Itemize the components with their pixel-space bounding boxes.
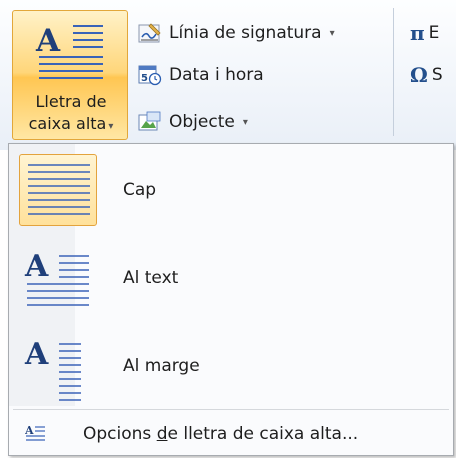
dropcap-options-icon: A <box>25 424 45 441</box>
menu-item-in-margin-label: Al marge <box>123 356 200 376</box>
chevron-down-icon: ▾ <box>108 121 114 132</box>
dropcap-button[interactable]: A Lletra de caixa alta ▾ <box>12 10 128 140</box>
chevron-down-icon[interactable]: ▾ <box>330 28 335 39</box>
ribbon-insert-text-group: A Lletra de caixa alta ▾ Línia de signatu… <box>0 0 456 150</box>
svg-text:5: 5 <box>141 73 148 84</box>
signature-line-label: Línia de signatura <box>169 23 322 43</box>
date-time-icon: 5 <box>137 63 163 87</box>
dropcap-icon: A <box>35 23 103 79</box>
in-margin-dropcap-icon: A <box>19 330 97 402</box>
svg-text:A: A <box>25 424 34 437</box>
dropcap-options-item[interactable]: A Opcions de lletra de caixa alta... <box>13 414 449 450</box>
menu-item-none[interactable]: Cap <box>13 148 449 232</box>
ribbon-separator <box>393 8 394 136</box>
menu-item-in-margin[interactable]: A Al marge <box>13 324 449 408</box>
symbol-icon: Ω <box>410 63 428 87</box>
equation-button[interactable]: πE <box>410 18 439 48</box>
svg-text:A: A <box>24 249 49 284</box>
menu-separator <box>13 409 449 410</box>
no-dropcap-icon <box>19 154 97 226</box>
dropcap-button-label-line1: Lletra de <box>35 92 107 111</box>
date-time-button[interactable]: 5 Data i hora <box>137 60 264 90</box>
equation-label: E <box>428 23 440 43</box>
object-icon <box>137 110 163 134</box>
svg-text:A: A <box>24 337 49 372</box>
equation-icon: π <box>410 21 425 45</box>
object-button[interactable]: Objecte ▾ <box>137 107 248 137</box>
object-label: Objecte <box>169 112 235 132</box>
signature-line-icon <box>137 21 163 45</box>
symbol-label: S <box>431 65 443 85</box>
menu-item-none-label: Cap <box>123 180 157 200</box>
signature-line-button[interactable]: Línia de signatura ▾ <box>137 18 335 48</box>
svg-text:A: A <box>35 23 61 59</box>
dropcap-dropdown-menu: Cap A Al text A Al marge A Opcions de ll… <box>8 143 454 456</box>
dropped-dropcap-icon: A <box>19 242 97 314</box>
symbol-button[interactable]: ΩS <box>410 60 443 90</box>
dropcap-options-label: Opcions de lletra de caixa alta... <box>83 424 359 444</box>
menu-item-dropped-label: Al text <box>123 268 179 288</box>
chevron-down-icon[interactable]: ▾ <box>243 117 248 128</box>
dropcap-button-label-line2: caixa alta ▾ <box>28 114 114 133</box>
menu-item-dropped[interactable]: A Al text <box>13 236 449 320</box>
date-time-label: Data i hora <box>169 65 264 85</box>
